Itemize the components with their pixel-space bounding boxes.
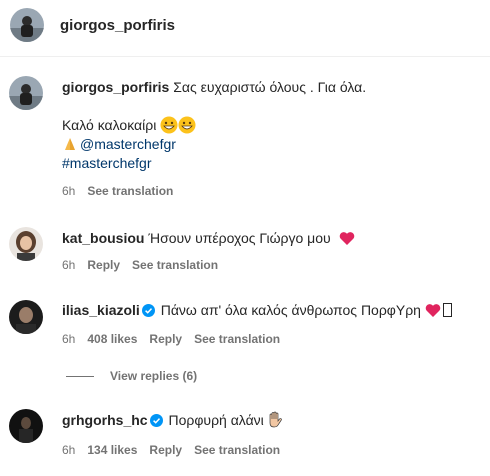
comment-text: Πορφυρή αλάνι bbox=[168, 412, 264, 428]
comment-time: 6h bbox=[62, 443, 76, 457]
comment-meta: 6h 134 likes Reply See translation bbox=[62, 443, 292, 457]
avatar[interactable] bbox=[10, 8, 44, 42]
heart-icon bbox=[425, 304, 441, 317]
comment-time: 6h bbox=[62, 258, 76, 272]
comment-time: 6h bbox=[62, 332, 76, 346]
reply-button[interactable]: Reply bbox=[149, 443, 182, 457]
avatar[interactable] bbox=[9, 409, 43, 443]
unrendered-emoji-icon bbox=[442, 303, 452, 317]
comment-username[interactable]: giorgos_porfiris bbox=[62, 79, 169, 95]
folded-hands-icon bbox=[65, 138, 75, 150]
verified-badge-icon bbox=[141, 304, 155, 317]
view-replies-label: View replies (6) bbox=[110, 369, 198, 383]
view-replies-button[interactable]: View replies (6) bbox=[66, 369, 197, 383]
heart-icon bbox=[339, 232, 354, 245]
reply-button[interactable]: Reply bbox=[149, 332, 182, 346]
comment-text-line2: Καλό καλοκαίρι bbox=[62, 117, 157, 133]
comment-text: Ήσουν υπέροχος Γιώργο μου bbox=[148, 230, 331, 246]
hashtag-link[interactable]: #masterchefgr bbox=[62, 155, 151, 171]
comment-meta: 6h 408 likes Reply See translation bbox=[62, 332, 292, 346]
see-translation-button[interactable]: See translation bbox=[194, 443, 280, 457]
comment-meta: 6h See translation bbox=[62, 184, 185, 198]
see-translation-button[interactable]: See translation bbox=[194, 332, 280, 346]
comment-meta: 6h Reply See translation bbox=[62, 258, 230, 272]
comment-text: Πάνω απ' όλα καλός άνθρωπος ΠορφΥρη bbox=[160, 302, 421, 318]
see-translation-button[interactable]: See translation bbox=[87, 184, 173, 198]
post-header: giorgos_porfiris bbox=[0, 0, 490, 57]
divider bbox=[66, 376, 94, 378]
comment-username[interactable]: ilias_kiazoli bbox=[62, 302, 140, 318]
avatar[interactable] bbox=[9, 76, 43, 110]
see-translation-button[interactable]: See translation bbox=[132, 258, 218, 272]
waving-hand-icon bbox=[269, 411, 282, 428]
comment-text: Σας ευχαριστώ όλους . Για όλα. bbox=[173, 79, 367, 95]
likes-count[interactable]: 408 likes bbox=[87, 332, 137, 346]
likes-count[interactable]: 134 likes bbox=[87, 443, 137, 457]
reply-button[interactable]: Reply bbox=[87, 258, 120, 272]
verified-badge-icon bbox=[149, 414, 163, 427]
avatar[interactable] bbox=[9, 227, 43, 261]
grinning-face-icon bbox=[160, 116, 178, 134]
comment-time: 6h bbox=[62, 184, 76, 198]
mention-link[interactable]: @masterchefgr bbox=[80, 136, 176, 152]
avatar[interactable] bbox=[9, 300, 43, 334]
comment-username[interactable]: grhgorhs_hc bbox=[62, 412, 148, 428]
header-username[interactable]: giorgos_porfiris bbox=[60, 17, 175, 34]
grinning-face-icon bbox=[178, 116, 196, 134]
comment-username[interactable]: kat_bousiou bbox=[62, 230, 144, 246]
